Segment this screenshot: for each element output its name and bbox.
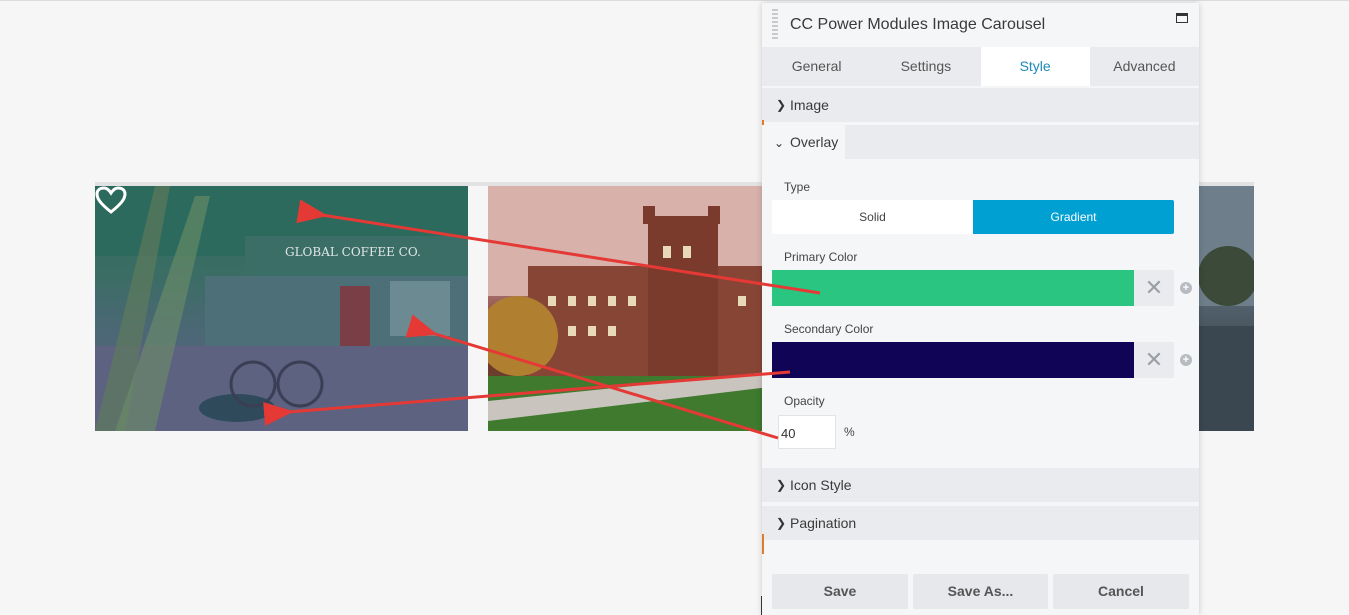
clear-icon[interactable]: ✕	[1134, 270, 1174, 306]
plus-circle-icon[interactable]: +	[1180, 354, 1192, 366]
chevron-right-icon: ❯	[776, 98, 787, 112]
heart-icon[interactable]	[95, 186, 127, 214]
primary-color-label: Primary Color	[784, 250, 858, 264]
section-image[interactable]: ❯ Image	[762, 88, 1199, 122]
tab-settings[interactable]: Settings	[871, 47, 980, 86]
secondary-color-field: ✕	[772, 342, 1174, 378]
coffee-shop-sign: GLOBAL COFFEE CO.	[285, 245, 421, 259]
primary-color-swatch[interactable]	[772, 270, 1134, 306]
chevron-right-icon: ❯	[776, 478, 787, 492]
module-settings-panel: CC Power Modules Image Carousel General …	[762, 3, 1199, 615]
type-solid-button[interactable]: Solid	[772, 200, 973, 234]
page-top-border	[0, 0, 1349, 1]
save-as-button[interactable]: Save As...	[913, 574, 1048, 609]
section-marker	[762, 534, 764, 554]
panel-title: CC Power Modules Image Carousel	[790, 16, 1046, 33]
coffee-shop-image: GLOBAL COFFEE CO.	[95, 186, 468, 431]
section-overlay[interactable]: ⌄ Overlay	[762, 125, 1199, 159]
opacity-unit: %	[844, 425, 855, 439]
plus-circle-icon[interactable]: +	[1180, 282, 1192, 294]
river-image	[1198, 186, 1254, 431]
section-overlay-tab[interactable]: ⌄ Overlay	[762, 125, 845, 159]
tab-general[interactable]: General	[762, 47, 871, 86]
section-image-label: Image	[790, 97, 829, 113]
chevron-down-icon: ⌄	[774, 136, 785, 150]
carousel-slide-brick-building[interactable]	[488, 186, 778, 431]
opacity-label: Opacity	[784, 394, 825, 408]
chevron-right-icon: ❯	[776, 516, 787, 530]
secondary-color-swatch[interactable]	[772, 342, 1134, 378]
clear-icon[interactable]: ✕	[1134, 342, 1174, 378]
tab-advanced[interactable]: Advanced	[1090, 47, 1199, 86]
section-icon-style-label: Icon Style	[790, 477, 852, 493]
type-label: Type	[784, 180, 811, 194]
section-pagination-label: Pagination	[790, 515, 857, 531]
drag-handle-icon[interactable]	[772, 9, 778, 41]
brick-building-image	[488, 186, 778, 431]
section-pagination[interactable]: ❯ Pagination	[762, 506, 1199, 540]
type-gradient-button[interactable]: Gradient	[973, 200, 1174, 234]
section-icon-style[interactable]: ❯ Icon Style	[762, 468, 1199, 502]
tab-style[interactable]: Style	[980, 47, 1090, 86]
opacity-input[interactable]: 40	[778, 415, 836, 449]
divider-line	[761, 596, 762, 615]
carousel-slide-coffee-shop[interactable]: GLOBAL COFFEE CO.	[95, 186, 468, 431]
primary-color-field: ✕	[772, 270, 1174, 306]
carousel-slide-river[interactable]	[1198, 186, 1254, 431]
panel-header[interactable]: CC Power Modules Image Carousel	[762, 3, 1199, 47]
save-button[interactable]: Save	[772, 574, 908, 609]
window-icon[interactable]	[1176, 13, 1188, 23]
cancel-button[interactable]: Cancel	[1053, 574, 1189, 609]
section-overlay-label: Overlay	[790, 134, 839, 150]
overlay-type-toggle: Solid Gradient	[772, 200, 1174, 234]
tab-bar: General Settings Style Advanced	[762, 47, 1199, 86]
secondary-color-label: Secondary Color	[784, 322, 874, 336]
